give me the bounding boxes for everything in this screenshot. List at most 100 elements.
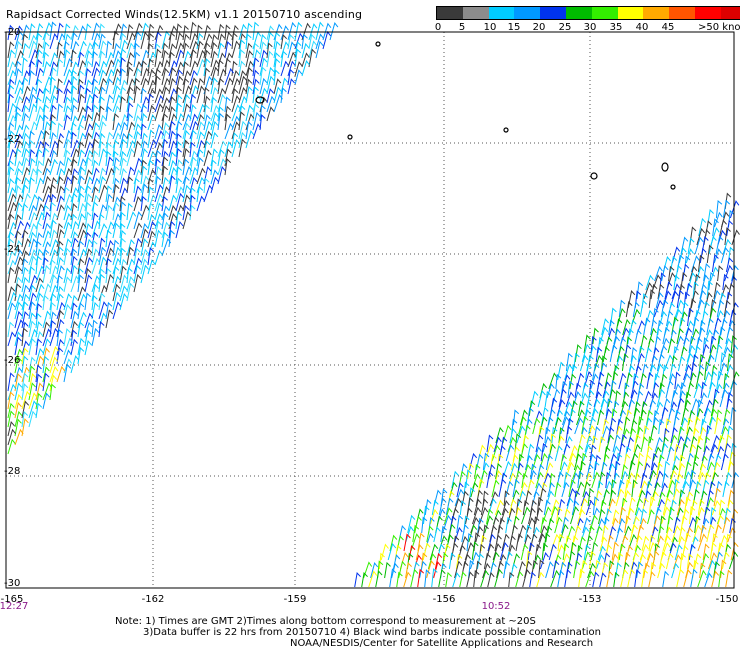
wind-barb [700, 343, 710, 363]
wind-barb [49, 21, 57, 41]
wind-barb [540, 442, 548, 462]
wind-barb [720, 453, 729, 471]
wind-barb [49, 33, 59, 50]
wind-barb [217, 140, 227, 158]
wind-barb [7, 331, 16, 347]
wind-barb [725, 499, 734, 516]
wind-barb [577, 508, 586, 525]
wind-barb [203, 177, 210, 194]
wind-barb [704, 497, 714, 516]
lat-label-20: -20 [4, 27, 21, 38]
wind-barb [728, 344, 739, 363]
wind-barb [693, 383, 702, 399]
island-outlines [255, 41, 676, 190]
wind-barb [35, 312, 42, 329]
wind-barb [470, 482, 479, 498]
wind-barb [606, 570, 614, 588]
wind-barb [554, 516, 563, 534]
wind-barb [42, 121, 51, 140]
wind-barb [182, 70, 191, 86]
note-line-3: NOAA/NESDIS/Center for Satellite Applica… [290, 638, 594, 649]
wind-barb [548, 543, 557, 561]
wind-barb [480, 569, 490, 588]
wind-barb [182, 85, 192, 104]
wind-barb [126, 148, 135, 167]
wind-barb [480, 498, 489, 516]
wind-barb [494, 568, 503, 588]
note-line-2: 3)Data buffer is 22 hrs from 20150710 4)… [143, 627, 601, 638]
wind-barb [461, 524, 469, 543]
wind-barb [690, 568, 698, 588]
wind-barb [217, 59, 224, 77]
wind-barb [21, 24, 30, 41]
wind-barb [656, 353, 665, 372]
wind-barb [154, 220, 162, 239]
wind-barb [676, 498, 685, 516]
wind-barb [617, 307, 626, 327]
wind-barb [730, 541, 739, 561]
wind-barb [557, 498, 566, 516]
wind-barb [533, 446, 542, 462]
wind-barb [504, 551, 513, 570]
wind-barb [456, 482, 464, 498]
wind-barb [683, 569, 692, 588]
lon-label-153: -153 [578, 594, 602, 605]
wind-barb [728, 209, 735, 228]
wind-barb [627, 568, 635, 588]
wind-barb [91, 201, 99, 221]
wind-barb [354, 572, 361, 588]
wind-barb [612, 434, 621, 453]
wind-barb [529, 571, 536, 588]
wind-barb [515, 570, 524, 588]
wind-barb [585, 534, 593, 552]
wind-barb [655, 535, 664, 552]
wind-barb [21, 340, 30, 356]
wind-barb [731, 471, 740, 489]
wind-barb [599, 572, 607, 588]
wind-barb [730, 406, 737, 426]
wind-barb [482, 524, 489, 543]
wind-barb [711, 500, 721, 516]
wind-barb [629, 524, 638, 543]
wind-barb [665, 552, 674, 570]
wind-barb [665, 380, 674, 399]
wind-barb [154, 249, 163, 266]
wind-barb [531, 453, 541, 471]
wind-barb [21, 42, 29, 59]
wind-barb [438, 497, 447, 516]
wind-barb [466, 532, 473, 552]
wind-barb [189, 204, 196, 221]
wind-barb [662, 570, 670, 588]
wind-barb [730, 302, 739, 318]
wind-barb [575, 481, 585, 498]
wind-barb [505, 444, 515, 462]
wind-barb [35, 347, 44, 365]
wind-barb [380, 543, 389, 561]
wind-barb [28, 337, 36, 356]
wind-barb [649, 424, 658, 444]
wind-barb [696, 506, 705, 525]
wind-barb [708, 307, 717, 327]
wind-barb [655, 363, 664, 381]
wind-barb [709, 541, 717, 561]
wind-barb [704, 361, 711, 381]
wind-barb [56, 365, 66, 383]
wind-barb [505, 480, 514, 498]
wind-barb [126, 60, 133, 77]
wind-barb [468, 487, 475, 507]
wind-barb [711, 253, 719, 273]
wind-barb [582, 444, 592, 462]
wind-barb [414, 515, 422, 534]
wind-barb [280, 60, 290, 77]
wind-barb [252, 21, 260, 41]
wind-barb [70, 49, 77, 68]
wind-barb [630, 380, 639, 399]
wind-barb [520, 543, 529, 561]
wind-barb [140, 204, 150, 221]
wind-barb [579, 354, 589, 372]
wind-barb [70, 97, 78, 113]
wind-barb [70, 148, 80, 167]
wind-barb [498, 444, 506, 462]
wind-barb [648, 571, 656, 588]
wind-barb [535, 471, 544, 489]
